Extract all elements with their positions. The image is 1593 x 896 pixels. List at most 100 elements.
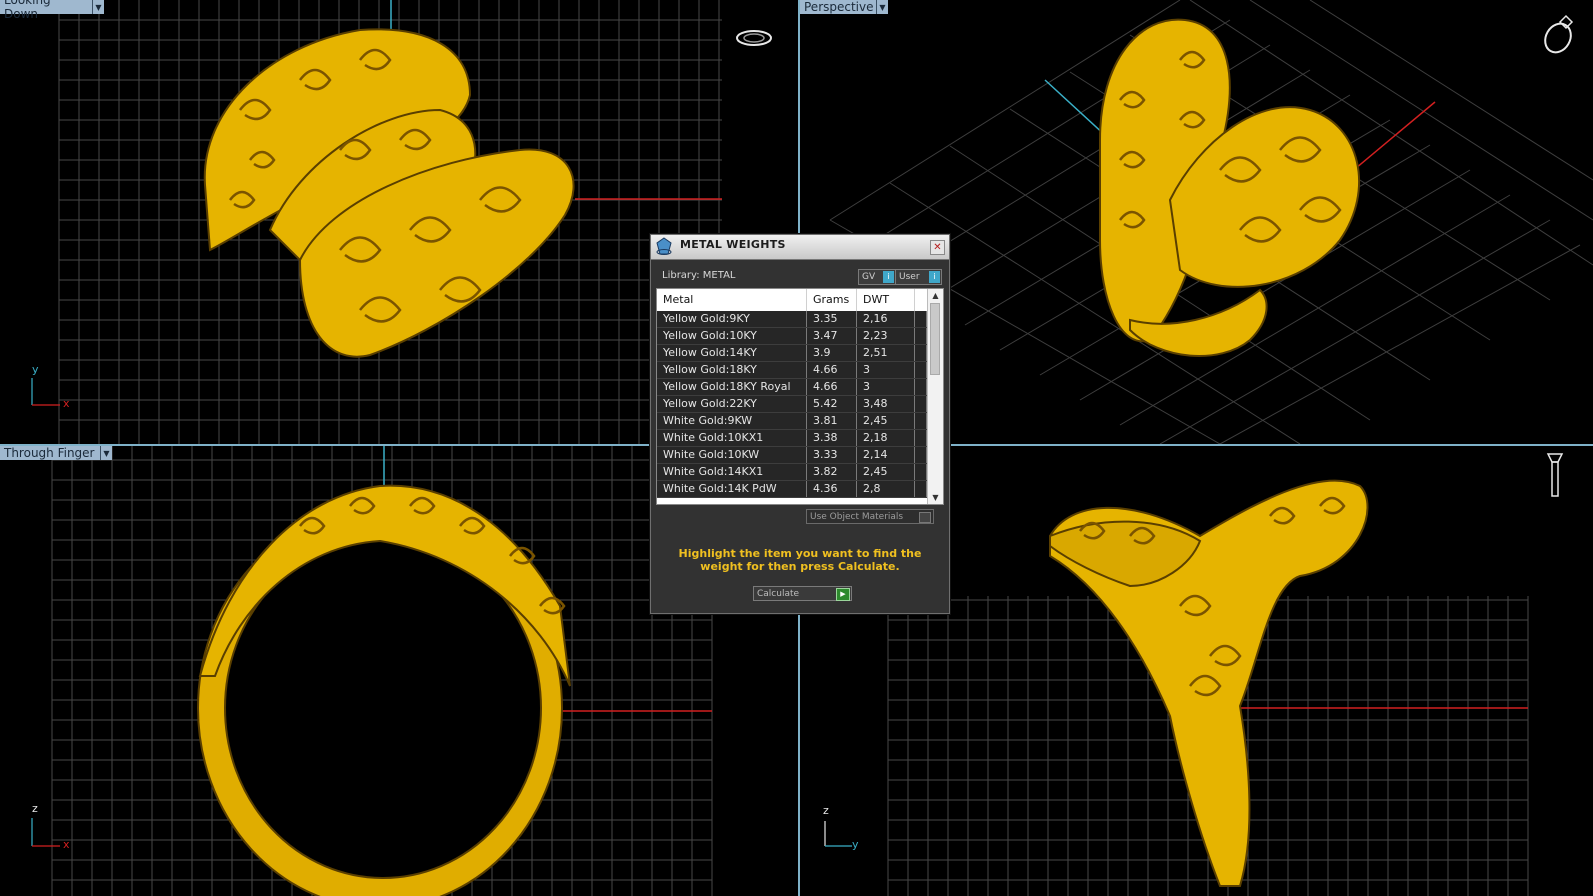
play-icon: ▶ [836,588,850,601]
close-icon[interactable]: ✕ [930,240,945,255]
column-header-spacer [915,289,927,311]
table-row[interactable]: Yellow Gold:9KY 3.35 2,16 [657,311,927,328]
axis-label-y: y [852,838,859,851]
cell-grams: 3.35 [807,311,857,327]
cell-spacer [915,362,927,378]
instruction-text: Highlight the item you want to find the … [678,547,922,573]
table-row[interactable]: White Gold:14K PdW 4.36 2,8 [657,481,927,498]
cell-spacer [915,413,927,429]
ring-model-top [203,28,575,358]
cell-metal: White Gold:14KX1 [657,464,807,480]
cell-metal: Yellow Gold:22KY [657,396,807,412]
cell-dwt: 2,14 [857,447,915,463]
cell-metal: Yellow Gold:18KY [657,362,807,378]
cell-spacer [915,464,927,480]
ring-model-perspective [1099,18,1361,357]
table-row[interactable]: Yellow Gold:22KY 5.42 3,48 [657,396,927,413]
ring-navigator-icon[interactable] [734,27,774,49]
info-icon: i [883,271,894,283]
cell-spacer [915,396,927,412]
use-object-materials-label: Use Object Materials [810,512,904,522]
axis-label-x: x [63,838,70,851]
cell-grams: 3.33 [807,447,857,463]
cell-dwt: 2,51 [857,345,915,361]
axis-label-x: x [63,397,70,410]
ring-navigator-icon[interactable] [1544,450,1566,500]
metal-weights-table[interactable]: Metal Grams DWT Yellow Gold:9KY 3.35 2,16 … [656,288,944,505]
cell-dwt: 3 [857,379,915,395]
cell-dwt: 2,18 [857,430,915,446]
cell-grams: 4.36 [807,481,857,497]
info-icon: i [929,271,940,283]
axis-label-z: z [823,804,829,817]
cell-metal: Yellow Gold:18KY Royal [657,379,807,395]
axis-label-z: z [32,802,38,815]
cell-grams: 3.9 [807,345,857,361]
table-row[interactable]: White Gold:10KX1 3.38 2,18 [657,430,927,447]
scroll-thumb[interactable] [930,303,940,375]
metal-weights-dialog: METAL WEIGHTS ✕ Library: METAL GV i User… [650,234,950,614]
cell-spacer [915,328,927,344]
column-header-dwt[interactable]: DWT [857,289,915,311]
table-header: Metal Grams DWT [657,289,927,311]
table-scrollbar[interactable]: ▲ ▼ [927,289,943,504]
chevron-down-icon[interactable]: ▼ [92,0,104,14]
viewport-label-through-finger[interactable]: Through Finger ▼ [0,446,112,460]
viewport-label-text: Perspective [804,0,874,14]
dialog-title: METAL WEIGHTS [680,238,786,251]
cell-metal: White Gold:10KW [657,447,807,463]
cell-metal: White Gold:10KX1 [657,430,807,446]
gv-toggle-label: GV [862,272,876,282]
column-header-grams[interactable]: Grams [807,289,857,311]
scroll-up-icon[interactable]: ▲ [930,290,941,301]
checkbox-icon[interactable] [919,512,931,523]
column-header-metal[interactable]: Metal [657,289,807,311]
table-row[interactable]: Yellow Gold:14KY 3.9 2,51 [657,345,927,362]
table-row[interactable]: White Gold:14KX1 3.82 2,45 [657,464,927,481]
library-label: Library: METAL [662,270,736,281]
cell-dwt: 2,16 [857,311,915,327]
cell-spacer [915,447,927,463]
calculate-label: Calculate [757,589,800,599]
cell-dwt: 3,48 [857,396,915,412]
viewport-label-text: Through Finger [4,446,95,460]
scroll-down-icon[interactable]: ▼ [930,492,941,503]
chevron-down-icon[interactable]: ▼ [100,446,112,460]
axis-label-y: y [32,363,39,376]
cell-metal: Yellow Gold:14KY [657,345,807,361]
cell-grams: 3.47 [807,328,857,344]
table-row[interactable]: Yellow Gold:18KY 4.66 3 [657,362,927,379]
cell-dwt: 2,45 [857,464,915,480]
cell-spacer [915,311,927,327]
cell-spacer [915,481,927,497]
user-toggle[interactable]: User i [895,269,942,285]
viewport-label-looking-down[interactable]: Looking Down ▼ [0,0,104,21]
cell-spacer [915,379,927,395]
viewport-label-text: Looking Down [4,0,51,21]
cell-grams: 4.66 [807,362,857,378]
cell-spacer [915,430,927,446]
calculate-button[interactable]: Calculate ▶ [753,586,852,601]
cell-grams: 3.81 [807,413,857,429]
cell-metal: Yellow Gold:9KY [657,311,807,327]
cell-metal: Yellow Gold:10KY [657,328,807,344]
table-row[interactable]: Yellow Gold:10KY 3.47 2,23 [657,328,927,345]
user-toggle-label: User [899,272,920,282]
cell-grams: 4.66 [807,379,857,395]
table-row[interactable]: White Gold:10KW 3.33 2,14 [657,447,927,464]
table-row[interactable]: Yellow Gold:18KY Royal 4.66 3 [657,379,927,396]
chevron-down-icon[interactable]: ▼ [876,0,888,14]
dialog-titlebar[interactable]: METAL WEIGHTS ✕ [651,235,949,260]
table-row[interactable]: White Gold:9KW 3.81 2,45 [657,413,927,430]
use-object-materials-checkbox[interactable]: Use Object Materials [806,509,934,524]
metal-weights-logo-icon [656,237,672,255]
gv-toggle[interactable]: GV i [858,269,896,285]
cell-grams: 3.82 [807,464,857,480]
cell-dwt: 2,8 [857,481,915,497]
viewport-label-perspective[interactable]: Perspective ▼ [800,0,888,14]
ring-navigator-icon[interactable] [1540,12,1580,56]
cell-metal: White Gold:14K PdW [657,481,807,497]
cell-spacer [915,345,927,361]
cell-dwt: 3 [857,362,915,378]
cell-dwt: 2,23 [857,328,915,344]
